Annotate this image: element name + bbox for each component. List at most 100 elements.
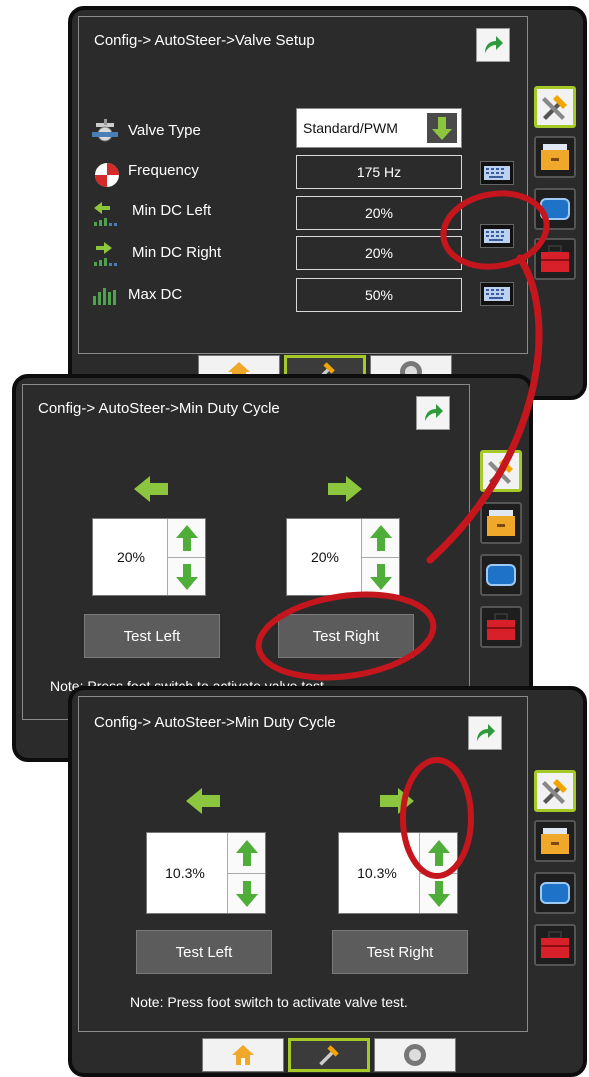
down-arrow-icon (427, 880, 450, 907)
console-icon (486, 564, 516, 586)
min-dc-left-icon (92, 200, 120, 228)
back-arrow-icon (425, 404, 443, 421)
console-icon (540, 882, 570, 904)
min-duty-cycle-screen-2: Config-> AutoSteer->Min Duty Cycle 10.3%… (68, 686, 587, 1077)
right-min-duty-value: 20% (310, 549, 340, 565)
min-dc-left-field[interactable]: 20% (296, 196, 462, 230)
test-left-button[interactable]: Test Left (84, 614, 220, 658)
toolbox-icon (541, 245, 569, 272)
page-title: Config-> AutoSteer->Min Duty Cycle (94, 714, 336, 731)
left-decrease-button[interactable] (167, 557, 205, 595)
frequency-value: 175 Hz (356, 164, 402, 180)
tools-tab[interactable] (534, 770, 576, 812)
right-value-box: 20% (286, 518, 400, 596)
valve-setup-screen: Config-> AutoSteer->Valve Setup Valve Ty… (68, 6, 587, 400)
tools-icon (542, 779, 567, 804)
left-value-box: 20% (92, 518, 206, 596)
left-arrow-icon (184, 786, 222, 816)
left-value-box: 10.3% (146, 832, 266, 914)
storage-tab[interactable] (534, 136, 576, 178)
storage-tab[interactable] (480, 502, 522, 544)
frequency-icon (94, 162, 120, 188)
tools-icon (319, 1045, 339, 1066)
down-arrow-icon (175, 563, 198, 590)
max-dc-field[interactable]: 50% (296, 278, 462, 312)
toolbox-icon (487, 613, 515, 640)
max-dc-value: 50% (364, 287, 394, 303)
max-dc-keyboard-icon[interactable] (480, 282, 514, 306)
frequency-field[interactable]: 175 Hz (296, 155, 462, 189)
toolbox-icon (541, 931, 569, 958)
console-tab[interactable] (534, 872, 576, 914)
back-button[interactable] (468, 716, 502, 750)
up-arrow-icon (235, 840, 258, 866)
up-arrow-icon (427, 840, 450, 866)
frequency-keyboard-icon[interactable] (480, 161, 514, 185)
left-increase-button[interactable] (227, 833, 265, 873)
content-frame (22, 384, 470, 720)
left-min-duty-value: 10.3% (165, 865, 205, 881)
home-nav-button[interactable] (202, 1038, 284, 1072)
back-arrow-icon (485, 36, 503, 53)
tools-icon (542, 95, 567, 120)
valve-type-label: Valve Type (128, 122, 201, 139)
valve-test-note: Note: Press foot switch to activate valv… (130, 994, 408, 1010)
storage-tab[interactable] (534, 820, 576, 862)
min-dc-right-field[interactable]: 20% (296, 236, 462, 270)
down-arrow-icon (369, 563, 392, 590)
right-arrow-icon (326, 474, 364, 504)
config-nav-button[interactable] (288, 1038, 370, 1072)
min-dc-right-value: 20% (364, 245, 394, 261)
up-arrow-icon (369, 525, 392, 551)
left-increase-button[interactable] (167, 519, 205, 557)
storage-box-icon (541, 828, 569, 854)
console-tab[interactable] (534, 188, 576, 230)
home-icon (232, 1045, 254, 1065)
right-value-box: 10.3% (338, 832, 458, 914)
left-min-duty-value: 20% (116, 549, 146, 565)
min-dc-right-keyboard-icon[interactable] (480, 224, 514, 248)
console-tab[interactable] (480, 554, 522, 596)
tools-icon (488, 459, 513, 484)
frequency-label: Frequency (128, 162, 199, 179)
min-dc-right-label: Min DC Right (132, 244, 222, 261)
dropdown-arrow-icon (427, 113, 457, 143)
right-arrow-icon (378, 786, 416, 816)
toolbox-tab[interactable] (534, 238, 576, 280)
test-right-button[interactable]: Test Right (278, 614, 414, 658)
right-increase-button[interactable] (361, 519, 399, 557)
gauge-icon (404, 1044, 426, 1066)
right-decrease-button[interactable] (361, 557, 399, 595)
valve-icon (92, 117, 120, 143)
min-dc-right-icon (92, 240, 120, 268)
max-dc-icon (92, 284, 120, 306)
right-min-duty-value: 10.3% (357, 865, 397, 881)
max-dc-label: Max DC (128, 286, 183, 303)
left-arrow-icon (132, 474, 170, 504)
test-right-button[interactable]: Test Right (332, 930, 468, 974)
console-icon (540, 198, 570, 220)
right-decrease-button[interactable] (419, 873, 457, 913)
test-left-button[interactable]: Test Left (136, 930, 272, 974)
page-title: Config-> AutoSteer->Valve Setup (94, 32, 315, 49)
back-button[interactable] (476, 28, 510, 62)
page-title: Config-> AutoSteer->Min Duty Cycle (38, 400, 280, 417)
left-decrease-button[interactable] (227, 873, 265, 913)
valve-type-value: Standard/PWM (303, 120, 398, 136)
up-arrow-icon (175, 525, 198, 551)
valve-type-select[interactable]: Standard/PWM (296, 108, 462, 148)
right-increase-button[interactable] (419, 833, 457, 873)
back-button[interactable] (416, 396, 450, 430)
storage-box-icon (487, 510, 515, 536)
bottom-nav (202, 1038, 456, 1072)
min-dc-left-value: 20% (364, 205, 394, 221)
toolbox-tab[interactable] (480, 606, 522, 648)
down-arrow-icon (235, 880, 258, 907)
min-dc-left-label: Min DC Left (132, 202, 212, 219)
back-arrow-icon (477, 724, 495, 741)
gauge-nav-button[interactable] (374, 1038, 456, 1072)
storage-box-icon (541, 144, 569, 170)
toolbox-tab[interactable] (534, 924, 576, 966)
tools-tab[interactable] (480, 450, 522, 492)
tools-tab[interactable] (534, 86, 576, 128)
